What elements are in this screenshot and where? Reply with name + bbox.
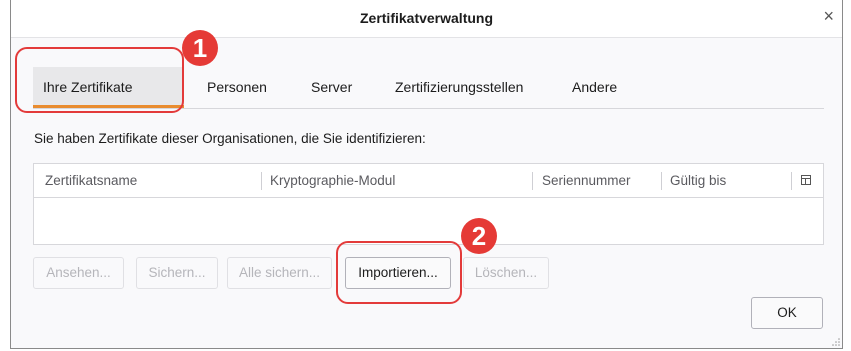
column-header-crypto-module[interactable]: Kryptographie-Modul: [270, 164, 395, 197]
tab-people[interactable]: Personen: [197, 67, 277, 108]
title-bar: Zertifikatverwaltung ×: [11, 0, 842, 38]
tab-others[interactable]: Andere: [562, 67, 627, 108]
resize-grip-icon[interactable]: [832, 338, 840, 346]
column-divider[interactable]: [532, 172, 533, 190]
close-icon[interactable]: ×: [823, 7, 834, 25]
column-header-certificate-name[interactable]: Zertifikatsname: [45, 164, 137, 197]
delete-button[interactable]: Löschen...: [463, 257, 549, 289]
certificates-description: Sie haben Zertifikate dieser Organisatio…: [34, 131, 426, 146]
certificate-table[interactable]: Zertifikatsname Kryptographie-Modul Seri…: [33, 163, 824, 245]
window-title: Zertifikatverwaltung: [359, 10, 494, 26]
table-header: Zertifikatsname Kryptographie-Modul Seri…: [34, 164, 823, 198]
backup-button[interactable]: Sichern...: [136, 257, 218, 289]
column-divider[interactable]: [261, 172, 262, 190]
highlight-box-import: [336, 241, 462, 304]
view-button[interactable]: Ansehen...: [33, 257, 124, 289]
column-divider[interactable]: [791, 172, 792, 190]
ok-button[interactable]: OK: [751, 297, 823, 329]
column-picker-icon[interactable]: [801, 175, 811, 185]
backup-all-button[interactable]: Alle sichern...: [227, 257, 332, 289]
tab-servers[interactable]: Server: [301, 67, 362, 108]
column-divider[interactable]: [661, 172, 662, 190]
column-header-valid-until[interactable]: Gültig bis: [670, 164, 726, 197]
highlight-box-tab: [15, 47, 184, 113]
annotation-badge-2: 2: [461, 218, 497, 254]
tab-authorities[interactable]: Zertifizierungsstellen: [385, 67, 533, 108]
annotation-badge-1: 1: [182, 30, 218, 66]
column-header-serial-number[interactable]: Seriennummer: [542, 164, 631, 197]
